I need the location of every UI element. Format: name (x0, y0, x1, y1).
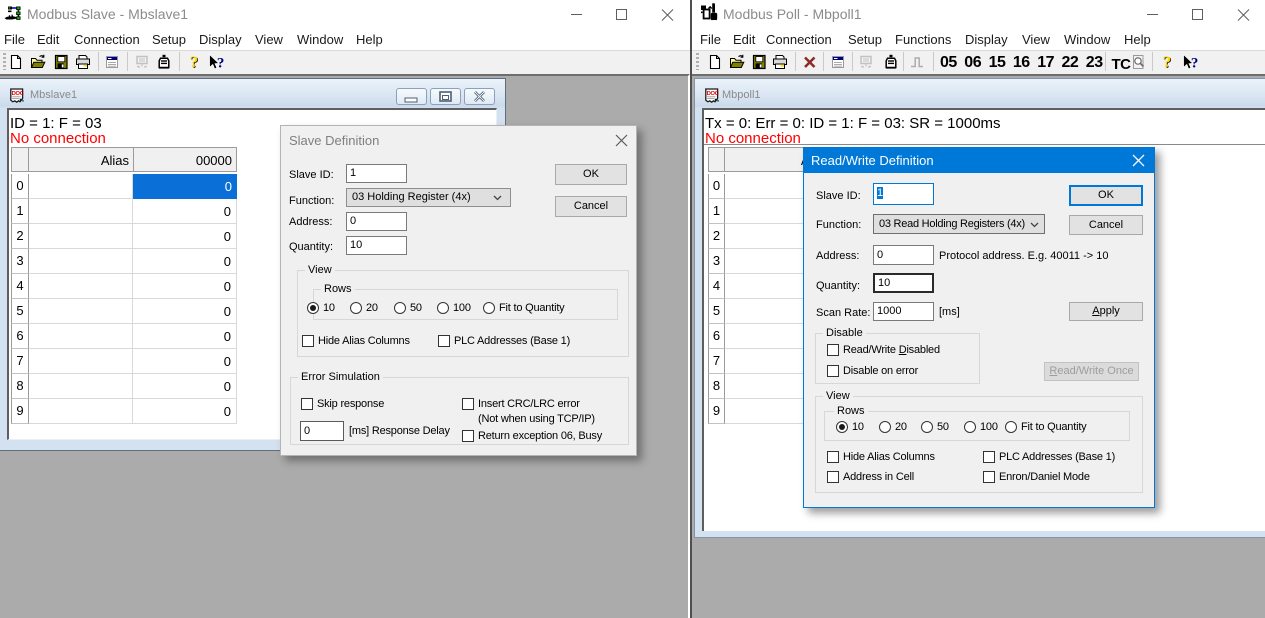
svg-text:DOC: DOC (707, 91, 720, 97)
svg-text:?: ? (1163, 54, 1172, 70)
svg-text:?: ? (190, 54, 199, 70)
svg-text:DOC: DOC (12, 91, 25, 97)
